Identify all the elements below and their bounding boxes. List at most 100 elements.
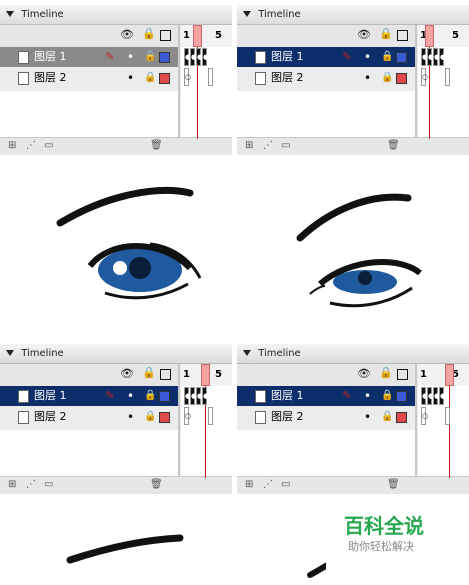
layer-row-2[interactable]: 图层 2 • 🔒 [237, 68, 415, 88]
add-layer-icon[interactable]: ⊞ [8, 479, 16, 490]
add-layer-icon[interactable]: ⊞ [245, 140, 253, 151]
keyframe-cell[interactable]: ● [433, 48, 440, 66]
trash-icon[interactable]: 🗑 [150, 479, 163, 490]
playhead[interactable] [425, 25, 434, 47]
frame-cell[interactable]: ○ [421, 407, 428, 425]
trash-icon[interactable]: 🗑 [387, 479, 400, 490]
timeline-title-bar[interactable]: Timeline [237, 344, 469, 364]
trash-icon[interactable]: 🗑 [150, 140, 163, 151]
keyframe-cell[interactable]: ● [427, 387, 434, 405]
eye-icon[interactable]: 👁 [120, 368, 136, 380]
layer-row-2[interactable]: 图层 2 • 🔒 [0, 68, 178, 88]
layer-color-swatch[interactable] [159, 412, 170, 423]
visibility-dot[interactable]: • [127, 47, 134, 67]
playhead[interactable] [201, 364, 210, 386]
visibility-dot[interactable]: • [364, 68, 371, 88]
layer-color-swatch[interactable] [159, 391, 170, 402]
playhead[interactable] [193, 25, 202, 47]
add-layer-icon[interactable]: ⊞ [245, 479, 253, 490]
trash-icon[interactable]: 🗑 [387, 140, 400, 151]
keyframe-cell[interactable]: ● [421, 48, 428, 66]
frame-area[interactable]: 1 5 ● ● ● ● ○ [181, 25, 232, 139]
outline-icon[interactable] [160, 369, 171, 380]
layer-color-swatch[interactable] [396, 412, 407, 423]
lock-icon[interactable]: 🔒 [381, 68, 393, 88]
frame-ruler[interactable]: 1 5 [181, 25, 232, 47]
frame-cell-end[interactable] [208, 407, 213, 425]
eye-icon[interactable]: 👁 [120, 29, 136, 41]
keyframe-cell[interactable]: ● [196, 387, 203, 405]
outline-icon[interactable] [397, 30, 408, 41]
collapse-triangle-icon[interactable] [6, 11, 14, 17]
keyframe-cell[interactable]: ● [202, 48, 209, 66]
frame-cell-end[interactable] [208, 68, 213, 86]
timeline-title-bar[interactable]: Timeline [0, 344, 232, 364]
frame-area[interactable]: 1 5 ● ● ● ● ○ [418, 25, 469, 139]
visibility-dot[interactable]: • [127, 386, 134, 406]
lock-icon[interactable]: 🔒 [144, 68, 156, 88]
add-layer-icon[interactable]: ⊞ [8, 140, 16, 151]
lock-icon[interactable]: 🔒 [142, 367, 156, 379]
frame-cell[interactable]: ○ [184, 407, 191, 425]
lock-icon[interactable]: 🔒 [379, 28, 393, 40]
pane-divider[interactable] [178, 25, 180, 137]
add-folder-icon[interactable]: ▭ [44, 140, 53, 151]
visibility-dot[interactable]: • [364, 386, 371, 406]
keyframe-cell[interactable]: ● [184, 387, 191, 405]
keyframe-cell[interactable]: ● [190, 387, 197, 405]
visibility-dot[interactable]: • [364, 407, 371, 427]
keyframe-cell[interactable]: ● [190, 48, 197, 66]
visibility-dot[interactable]: • [127, 68, 134, 88]
outline-icon[interactable] [160, 30, 171, 41]
collapse-triangle-icon[interactable] [243, 11, 251, 17]
add-folder-icon[interactable]: ▭ [44, 479, 53, 490]
eye-icon[interactable]: 👁 [357, 368, 373, 380]
keyframe-cell[interactable]: ● [439, 48, 446, 66]
frame-cell-end[interactable] [445, 407, 450, 425]
lock-icon[interactable]: 🔒 [381, 407, 393, 427]
add-guide-layer-icon[interactable]: ⋰ [26, 479, 36, 490]
visibility-dot[interactable]: • [127, 407, 134, 427]
lock-icon[interactable]: 🔒 [144, 407, 156, 427]
frame-cell[interactable]: ○ [421, 68, 428, 86]
keyframe-cell[interactable]: ● [196, 48, 203, 66]
lock-icon[interactable]: 🔒 [144, 47, 156, 67]
playhead[interactable] [445, 364, 454, 386]
pane-divider[interactable] [415, 25, 417, 137]
collapse-triangle-icon[interactable] [243, 350, 251, 356]
keyframe-cell[interactable]: ● [421, 387, 428, 405]
frame-cell-end[interactable] [445, 68, 450, 86]
add-guide-layer-icon[interactable]: ⋰ [263, 140, 273, 151]
layer-color-swatch[interactable] [396, 73, 407, 84]
keyframe-cell[interactable]: ● [433, 387, 440, 405]
add-folder-icon[interactable]: ▭ [281, 140, 290, 151]
timeline-title-bar[interactable]: Timeline [0, 5, 232, 25]
layer-row-1[interactable]: 图层 1 ✎ • 🔒 [0, 47, 178, 67]
layer-row-1[interactable]: 图层 1 ✎ • 🔒 [237, 386, 415, 406]
layer-color-swatch[interactable] [396, 52, 407, 63]
lock-icon[interactable]: 🔒 [381, 386, 393, 406]
lock-icon[interactable]: 🔒 [379, 367, 393, 379]
timeline-title-bar[interactable]: Timeline [237, 5, 469, 25]
lock-icon[interactable]: 🔒 [142, 28, 156, 40]
keyframe-cell[interactable]: ● [439, 387, 446, 405]
frame-area[interactable]: 1 5 ● ● ● ● ○ [418, 364, 469, 478]
collapse-triangle-icon[interactable] [6, 350, 14, 356]
add-guide-layer-icon[interactable]: ⋰ [26, 140, 36, 151]
eye-icon[interactable]: 👁 [357, 29, 373, 41]
outline-icon[interactable] [397, 369, 408, 380]
pane-divider[interactable] [178, 364, 180, 476]
layer-row-1[interactable]: 图层 1 ✎ • 🔒 [0, 386, 178, 406]
lock-icon[interactable]: 🔒 [381, 47, 393, 67]
frame-area[interactable]: 1 5 ● ● ● ● ○ [181, 364, 232, 478]
frame-cell[interactable]: ○ [184, 68, 191, 86]
keyframe-cell[interactable]: ● [202, 387, 209, 405]
layer-color-swatch[interactable] [159, 52, 170, 63]
pane-divider[interactable] [415, 364, 417, 476]
layer-row-2[interactable]: 图层 2 • 🔒 [237, 407, 415, 427]
layer-color-swatch[interactable] [159, 73, 170, 84]
add-guide-layer-icon[interactable]: ⋰ [263, 479, 273, 490]
frame-ruler[interactable]: 1 5 [418, 364, 469, 386]
add-folder-icon[interactable]: ▭ [281, 479, 290, 490]
layer-row-2[interactable]: 图层 2 • 🔒 [0, 407, 178, 427]
